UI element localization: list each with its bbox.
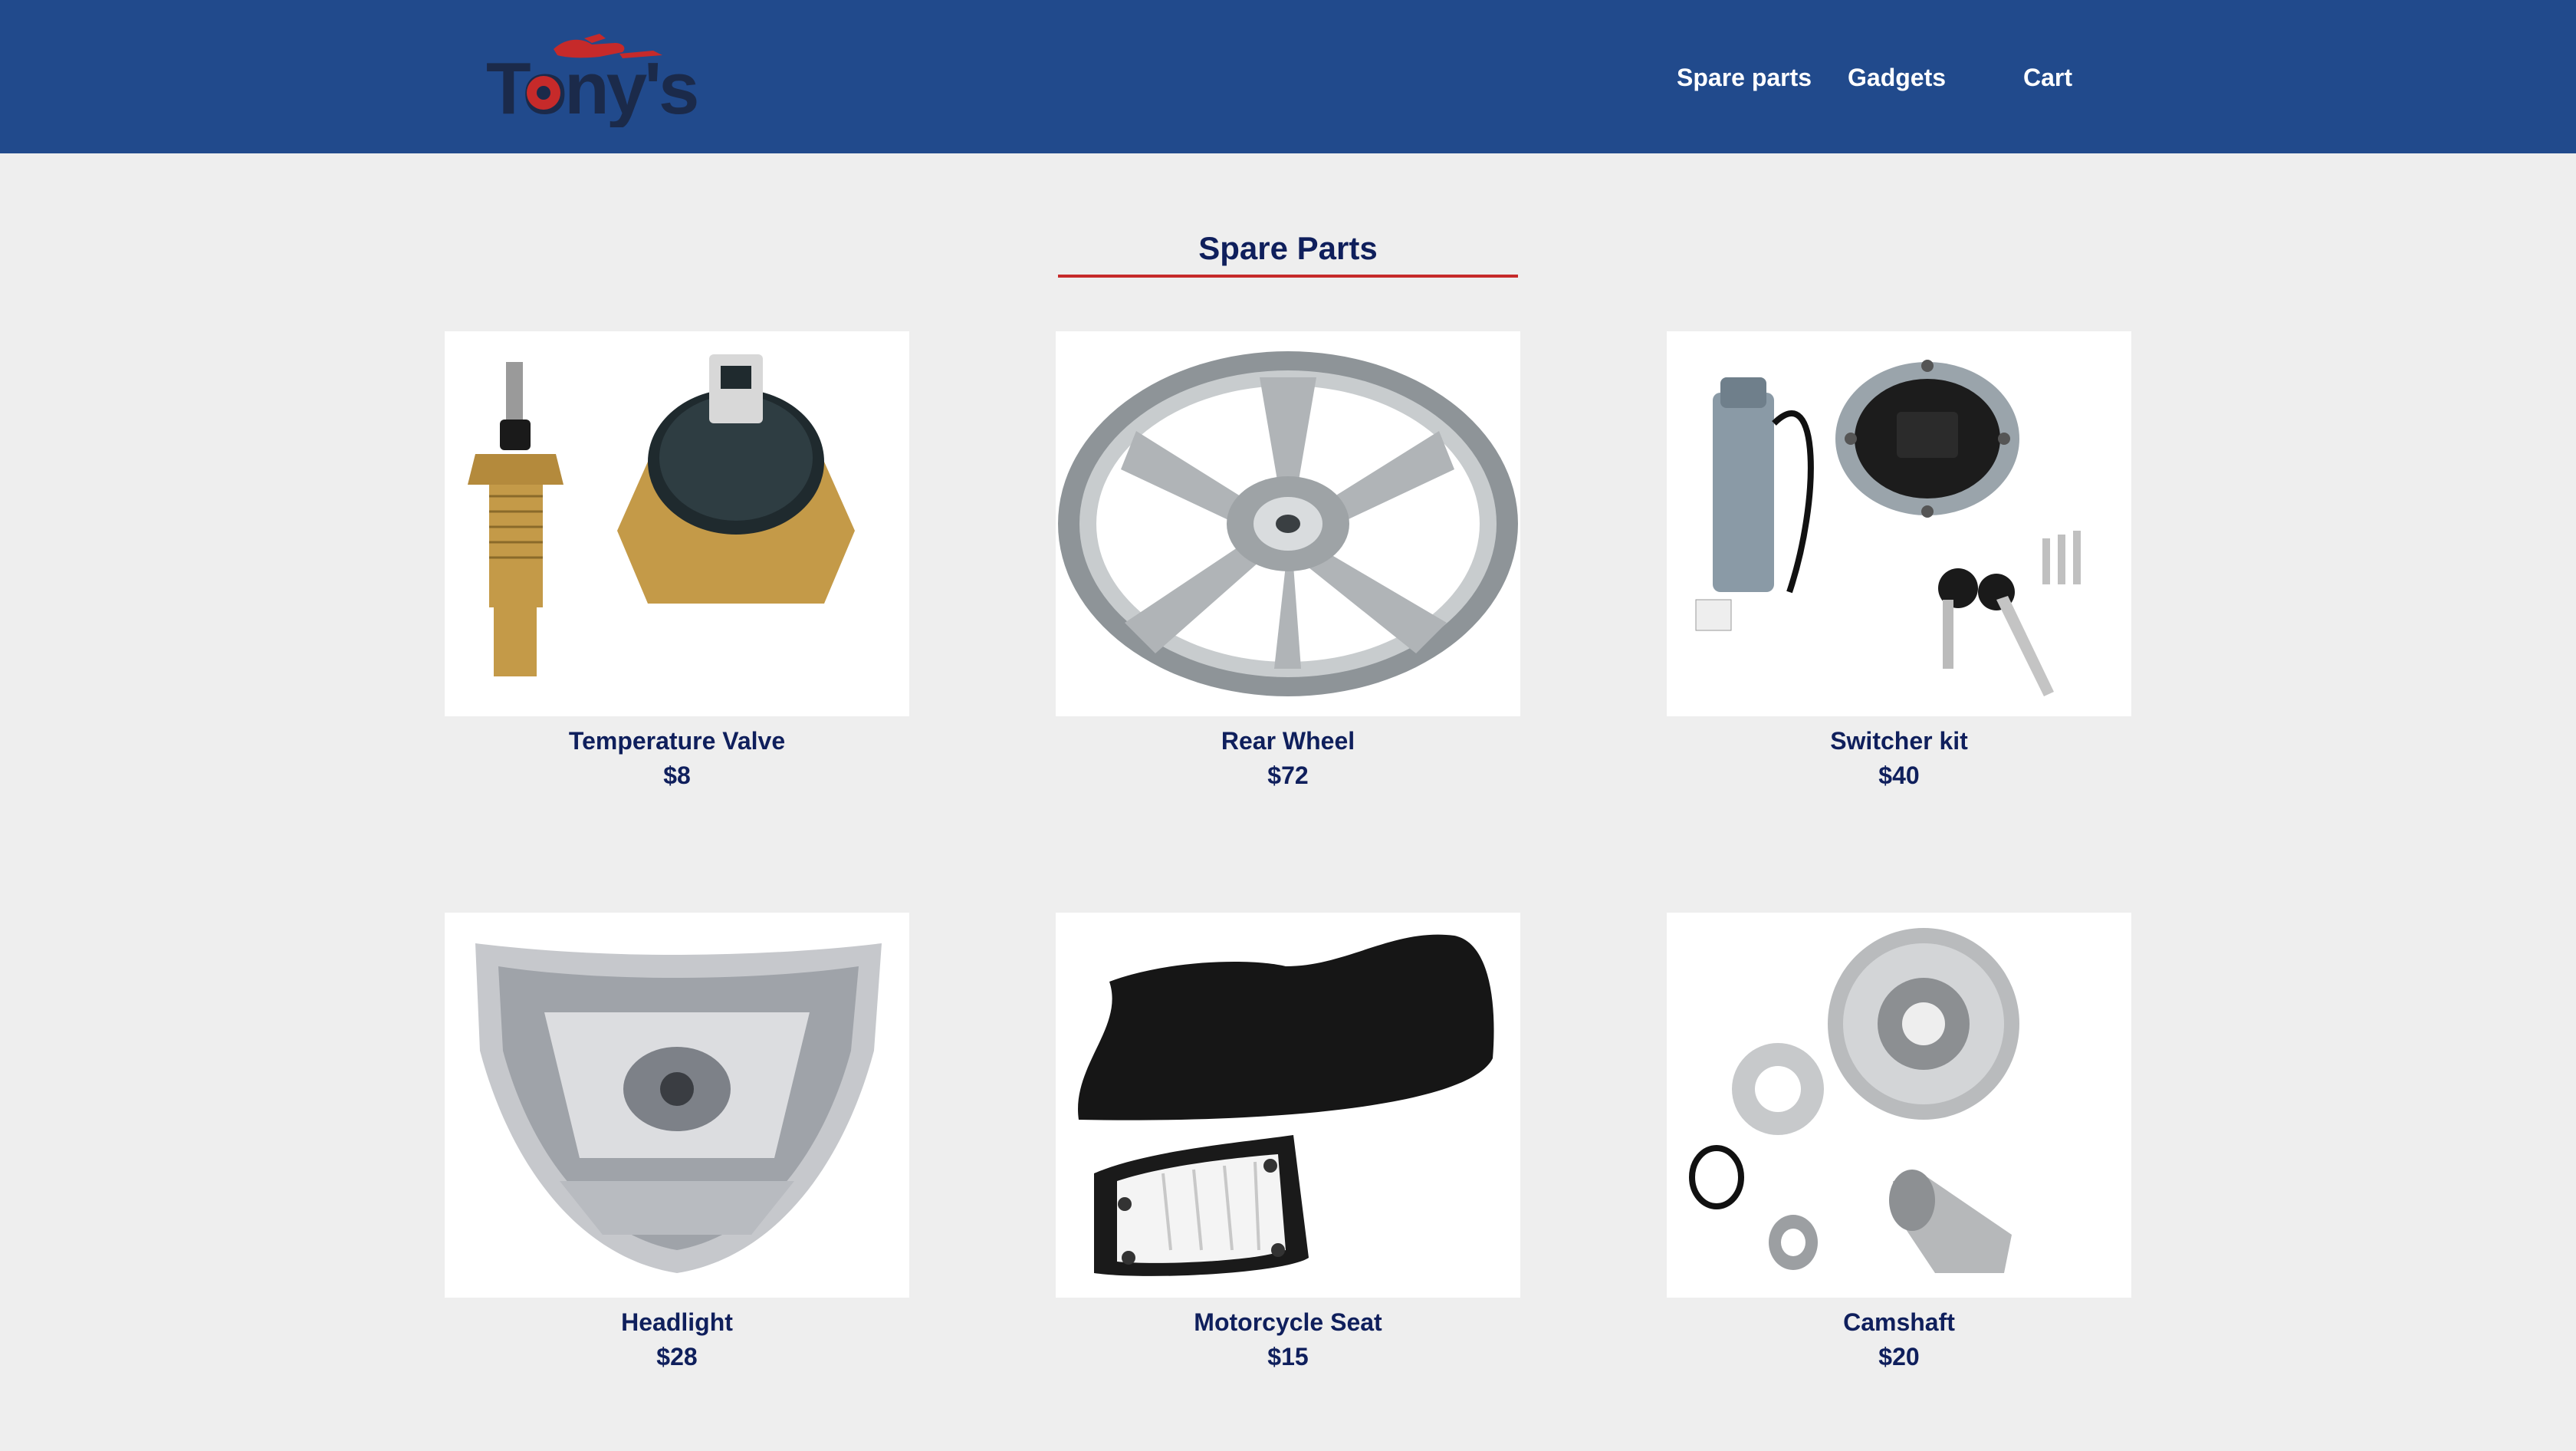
- product-name[interactable]: Headlight: [445, 1305, 909, 1339]
- product-name[interactable]: Rear Wheel: [1056, 724, 1520, 758]
- product-name[interactable]: Switcher kit: [1667, 724, 2131, 758]
- nav-cart[interactable]: Cart: [2023, 60, 2072, 95]
- product-card-camshaft[interactable]: Camshaft $20: [1667, 913, 2131, 1374]
- rear-wheel-image[interactable]: [1056, 331, 1520, 716]
- tonys-logo[interactable]: Tony's: [485, 28, 715, 130]
- product-price: $72: [1267, 762, 1309, 789]
- svg-text:Tony's: Tony's: [486, 48, 697, 127]
- switcher-kit-image[interactable]: [1667, 331, 2131, 716]
- product-name[interactable]: Camshaft: [1667, 1305, 2131, 1339]
- product-price: $20: [1878, 1343, 1920, 1370]
- product-price: $15: [1267, 1343, 1309, 1370]
- motorcycle-seat-image[interactable]: [1056, 913, 1520, 1298]
- product-card-motorcycle-seat[interactable]: Motorcycle Seat $15: [1056, 913, 1520, 1374]
- site-header: Tony's Spare parts Gadgets Cart: [0, 0, 2576, 153]
- camshaft-image[interactable]: [1667, 913, 2131, 1298]
- product-card-rear-wheel[interactable]: Rear Wheel $72: [1056, 331, 1520, 793]
- section-underline: [1058, 275, 1518, 278]
- product-card-switcher-kit[interactable]: Switcher kit $40: [1667, 331, 2131, 793]
- temperature-valve-image[interactable]: [445, 331, 909, 716]
- product-price: $28: [656, 1343, 698, 1370]
- product-card-temperature-valve[interactable]: Temperature Valve $8: [445, 331, 909, 793]
- product-name[interactable]: Motorcycle Seat: [1056, 1305, 1520, 1339]
- nav-spare-parts[interactable]: Spare parts: [1677, 60, 1812, 95]
- headlight-image[interactable]: [445, 913, 909, 1298]
- section-title: Spare Parts: [1198, 230, 1378, 266]
- product-price: $8: [663, 762, 691, 789]
- product-price: $40: [1878, 762, 1920, 789]
- nav-gadgets[interactable]: Gadgets: [1848, 60, 1946, 95]
- product-card-headlight[interactable]: Headlight $28: [445, 913, 909, 1374]
- product-name[interactable]: Temperature Valve: [445, 724, 909, 758]
